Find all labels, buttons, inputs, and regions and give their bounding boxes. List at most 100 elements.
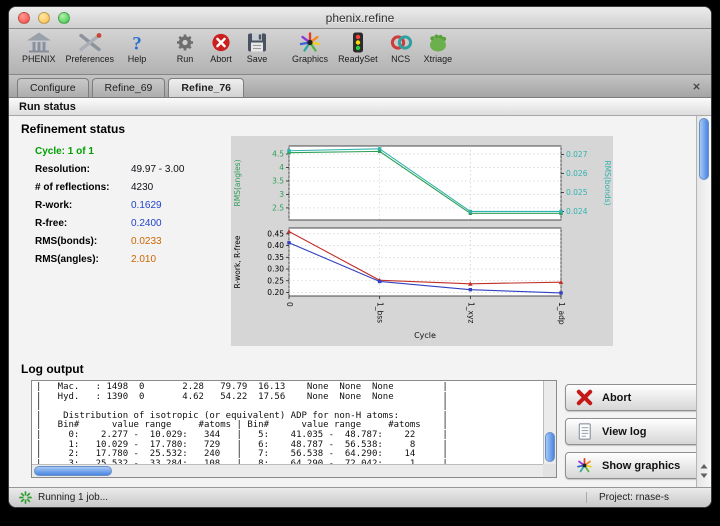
run-status-header: Run status <box>9 98 711 116</box>
log-vscroll-thumb[interactable] <box>545 432 555 462</box>
view-log-button[interactable]: View log <box>565 418 707 445</box>
stat-label: RMS(bonds): <box>35 236 131 247</box>
stat-row-rms-angles: RMS(angles): 2.010 <box>35 250 231 268</box>
view-log-button-label: View log <box>602 426 646 438</box>
log-horizontal-scrollbar[interactable] <box>32 464 543 477</box>
svg-text:0.30: 0.30 <box>267 265 284 274</box>
close-window-button[interactable] <box>18 12 30 24</box>
cycle-indicator: Cycle: 1 of 1 <box>35 142 231 160</box>
tab-configure[interactable]: Configure <box>17 78 89 97</box>
window-title: phenix.refine <box>9 11 711 25</box>
svg-text:?: ? <box>132 34 142 55</box>
run-status-header-label: Run status <box>19 101 76 113</box>
toolbar-item-help[interactable]: ? Help <box>119 31 155 64</box>
svg-text:0.45: 0.45 <box>267 229 284 238</box>
traffic-lights <box>18 12 70 24</box>
tab-refine-76[interactable]: Refine_76 <box>168 78 244 97</box>
show-graphics-button[interactable]: Show graphics <box>565 452 707 479</box>
svg-text:0.025: 0.025 <box>566 188 588 197</box>
run-gear-icon <box>172 31 198 54</box>
refinement-status-title: Refinement status <box>21 122 125 136</box>
action-buttons: Abort View log Show graphics <box>565 384 707 479</box>
svg-text:R-work, R-free: R-work, R-free <box>233 235 242 288</box>
svg-text:2.5: 2.5 <box>272 203 284 212</box>
toolbar-item-label: Save <box>247 54 268 64</box>
xtriage-icon <box>425 31 451 54</box>
svg-text:Cycle: Cycle <box>414 331 436 340</box>
stat-value: 4230 <box>131 182 153 193</box>
save-icon <box>244 31 270 54</box>
stat-row-r-work: R-work: 0.1629 <box>35 196 231 214</box>
graphics-starburst-icon <box>297 31 323 54</box>
svg-text:3.5: 3.5 <box>272 176 284 185</box>
svg-text:RMS(bonds): RMS(bonds) <box>603 160 612 205</box>
abort-button[interactable]: Abort <box>565 384 707 411</box>
scroll-up-icon <box>701 464 708 469</box>
abort-button-label: Abort <box>602 392 631 404</box>
stat-value: 2.010 <box>131 254 156 265</box>
svg-text:0.20: 0.20 <box>267 288 284 297</box>
phenix-home-icon <box>26 31 52 54</box>
run-status-panel: Refinement status Cycle: 1 of 1 Resoluti… <box>9 116 711 487</box>
status-bar: Running 1 job... Project: rnase-s <box>9 487 711 507</box>
svg-text:0.40: 0.40 <box>267 241 284 250</box>
toolbar-item-abort[interactable]: Abort <box>203 31 239 64</box>
stat-value: 0.1629 <box>131 200 162 211</box>
readyset-traffic-light-icon <box>345 31 371 54</box>
abort-x-icon <box>575 388 594 407</box>
toolbar-item-xtriage[interactable]: Xtriage <box>419 31 458 64</box>
title-bar[interactable]: phenix.refine <box>9 7 711 29</box>
stat-label: Resolution: <box>35 164 131 175</box>
tab-refine-69[interactable]: Refine_69 <box>92 78 166 97</box>
svg-text:0: 0 <box>285 302 294 307</box>
log-hscroll-thumb[interactable] <box>34 466 112 476</box>
toolbar-item-save[interactable]: Save <box>239 31 275 64</box>
toolbar-item-graphics[interactable]: Graphics <box>287 31 333 64</box>
toolbar-item-ncs[interactable]: NCS <box>383 31 419 64</box>
log-output[interactable]: | Mac. : 1498 0 2.28 79.79 16.13 None No… <box>31 380 557 478</box>
toolbar-item-label: Run <box>177 54 194 64</box>
toolbar-item-label: PHENIX <box>22 54 56 64</box>
stat-value: 0.0233 <box>131 236 162 247</box>
job-status-text: Running 1 job... <box>38 492 108 503</box>
toolbar-item-phenix[interactable]: PHENIX <box>17 31 61 64</box>
zoom-window-button[interactable] <box>58 12 70 24</box>
svg-text:0.25: 0.25 <box>267 276 284 285</box>
stat-row-rms-bonds: RMS(bonds): 0.0233 <box>35 232 231 250</box>
svg-text:0.35: 0.35 <box>267 253 284 262</box>
toolbar-item-readyset[interactable]: ReadySet <box>333 31 383 64</box>
toolbar-item-label: Xtriage <box>424 54 453 64</box>
log-vertical-scrollbar[interactable] <box>543 381 556 464</box>
content-vertical-scrollbar[interactable] <box>696 116 711 487</box>
running-spinner-icon <box>19 491 32 504</box>
project-label: Project: rnase-s <box>586 492 669 503</box>
show-graphics-button-label: Show graphics <box>602 460 680 472</box>
ncs-icon <box>388 31 414 54</box>
toolbar-item-run[interactable]: Run <box>167 31 203 64</box>
stat-value: 49.97 - 3.00 <box>131 164 184 175</box>
tab-bar: Configure Refine_69 Refine_76 <box>9 75 711 98</box>
scrollbar-arrow-buttons[interactable] <box>699 462 709 485</box>
minimize-window-button[interactable] <box>38 12 50 24</box>
close-tab-button[interactable] <box>690 80 702 92</box>
stat-row-r-free: R-free: 0.2400 <box>35 214 231 232</box>
toolbar-item-preferences[interactable]: Preferences <box>61 31 120 64</box>
stat-label: R-work: <box>35 200 131 211</box>
scroll-down-icon <box>701 474 708 479</box>
abort-icon <box>208 31 234 54</box>
toolbar-item-label: Help <box>128 54 147 64</box>
toolbar-item-label: Graphics <box>292 54 328 64</box>
stat-label: # of reflections: <box>35 182 131 193</box>
help-icon: ? <box>124 31 150 54</box>
refinement-chart-panel: 2.533.544.50.0240.0250.0260.027RMS(bonds… <box>231 136 613 346</box>
content-vscroll-thumb[interactable] <box>699 118 709 180</box>
stat-row-resolution: Resolution: 49.97 - 3.00 <box>35 160 231 178</box>
svg-text:0.024: 0.024 <box>566 207 588 216</box>
log-output-title: Log output <box>21 362 84 376</box>
main-toolbar: PHENIX Preferences ? Help Run Abort Save… <box>9 29 711 75</box>
tab-label: Refine_69 <box>105 82 153 94</box>
toolbar-item-label: Preferences <box>66 54 115 64</box>
svg-text:3: 3 <box>279 190 284 199</box>
svg-text:0.027: 0.027 <box>566 150 588 159</box>
svg-text:RMS(angles): RMS(angles) <box>233 159 242 206</box>
